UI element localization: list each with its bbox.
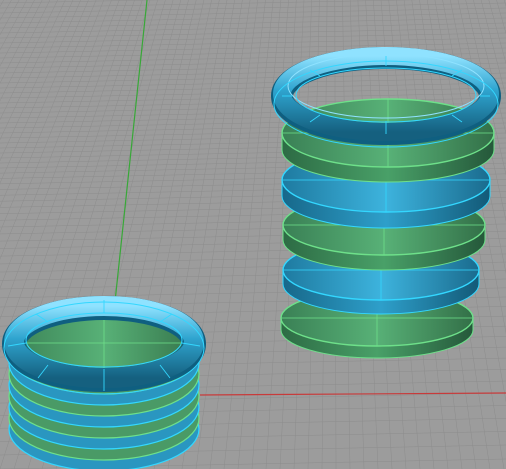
3d-viewport[interactable] bbox=[0, 0, 506, 469]
short-stack-ring[interactable] bbox=[2, 296, 206, 395]
viewport-canvas[interactable] bbox=[0, 0, 506, 469]
short-disk-stack[interactable] bbox=[2, 296, 206, 469]
